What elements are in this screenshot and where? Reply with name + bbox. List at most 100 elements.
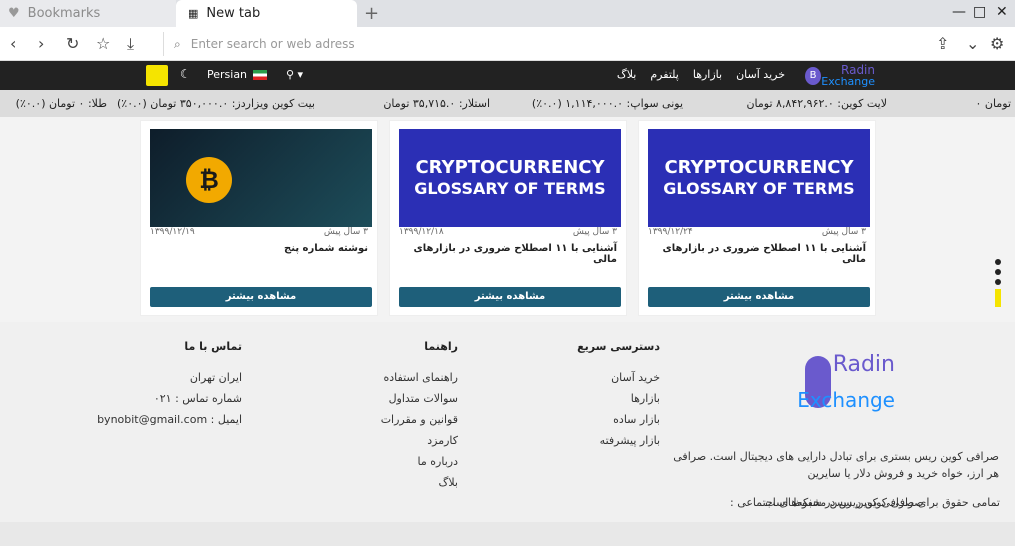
footer-link[interactable]: بازار پیشرفته bbox=[577, 434, 660, 447]
blog-card[interactable]: CRYPTOCURRENCY GLOSSARY OF TERMS ۳ سال پ… bbox=[638, 120, 876, 316]
footer-link[interactable]: بازار ساده bbox=[577, 413, 660, 426]
iran-flag-icon bbox=[253, 69, 268, 80]
footer-link[interactable]: کارمزد bbox=[381, 434, 458, 447]
heart-icon: ♥ bbox=[8, 6, 20, 21]
maximize-icon[interactable]: □ bbox=[973, 4, 986, 20]
footer-description: صرافی کوین ریس بستری برای تبادل دارایی ه… bbox=[673, 450, 999, 480]
footer-link[interactable]: راهنمای استفاده bbox=[381, 371, 458, 384]
card-age: ۳ سال پیش bbox=[821, 227, 866, 237]
footer-logo: Radin Exchange bbox=[797, 348, 895, 424]
language-label: Persian bbox=[207, 68, 248, 81]
back-icon[interactable]: ‹ bbox=[10, 34, 16, 53]
site-header: B Radin Exchange خرید آسان بازارها پلتفر… bbox=[0, 61, 1015, 90]
footer-quick-links: دسترسی سریع خرید آسان بازارها بازار ساده… bbox=[577, 340, 660, 455]
card-meta: ۳ سال پیش ۱۳۹۹/۱۲/۱۸ bbox=[399, 227, 617, 241]
nav-item-easy-buy[interactable]: خرید آسان bbox=[736, 68, 785, 81]
price-ticker: تومان ۰ لایت کوین: ۸,۸۴۲,۹۶۲.۰ تومان یون… bbox=[0, 90, 1015, 117]
browser-tab-strip: ♥ Bookmarks ▦ New tab + — □ ✕ bbox=[0, 0, 1015, 27]
site-footer: Radin Exchange صرافی کوین ریس بستری برای… bbox=[0, 322, 1015, 522]
grid-icon: ▦ bbox=[188, 7, 199, 20]
card-image: CRYPTOCURRENCY GLOSSARY OF TERMS bbox=[648, 129, 870, 227]
reload-icon[interactable]: ↻ bbox=[66, 34, 79, 53]
tab-new-label: New tab bbox=[206, 6, 261, 21]
nav-item-platform[interactable]: پلتفرم bbox=[650, 68, 678, 81]
footer-guide-links: راهنما راهنمای استفاده سوالات متداول قوا… bbox=[381, 340, 458, 497]
footer-quick-title: دسترسی سریع bbox=[577, 340, 660, 353]
image-text-line1: CRYPTOCURRENCY bbox=[415, 157, 605, 178]
image-text-line2: GLOSSARY OF TERMS bbox=[663, 179, 855, 198]
logo-text-bottom: Exchange bbox=[821, 75, 875, 88]
card-age: ۳ سال پیش bbox=[572, 227, 617, 237]
new-tab-button[interactable]: + bbox=[364, 3, 379, 24]
footer-link[interactable]: بلاگ bbox=[381, 476, 458, 489]
tab-bookmarks-label: Bookmarks bbox=[27, 6, 101, 21]
footer-guide-title: راهنما bbox=[424, 340, 458, 353]
card-title[interactable]: آشنایی با ۱۱ اصطلاح ضروری در بازارهای ما… bbox=[639, 243, 866, 265]
language-switcher[interactable]: Persian bbox=[207, 68, 268, 81]
side-pagination[interactable] bbox=[995, 259, 1003, 307]
blog-card[interactable]: ₿ ۳ سال پیش ۱۳۹۹/۱۲/۱۹ نوشته شماره پنج م… bbox=[140, 120, 378, 316]
card-image: ₿ bbox=[150, 129, 372, 227]
blog-card[interactable]: CRYPTOCURRENCY GLOSSARY OF TERMS ۳ سال پ… bbox=[389, 120, 627, 316]
ticker-item: استلار: ۳۵,۷۱۵.۰ تومان bbox=[383, 97, 490, 110]
footer-bottom-strip bbox=[0, 522, 1015, 546]
footer-social-label: صرافی کوین ریس در شبکه‌های اجتماعی : bbox=[730, 496, 924, 509]
image-text-line2: GLOSSARY OF TERMS bbox=[414, 179, 606, 198]
footer-logo-top: Radin bbox=[832, 352, 895, 377]
footer-contact-title: تماس با ما bbox=[184, 340, 242, 353]
footer-link[interactable]: خرید آسان bbox=[577, 371, 660, 384]
read-more-button[interactable]: مشاهده بیشتر bbox=[150, 287, 372, 307]
site-logo[interactable]: B Radin Exchange bbox=[805, 63, 875, 89]
contact-address: ایران تهران bbox=[189, 371, 242, 384]
share-icon[interactable]: ⇪ bbox=[936, 34, 949, 53]
card-date: ۱۳۹۹/۱۲/۱۹ bbox=[150, 227, 195, 237]
chevron-down-icon[interactable]: ⌄ bbox=[966, 34, 979, 53]
pagination-dot[interactable] bbox=[995, 259, 1001, 265]
close-icon[interactable]: ✕ bbox=[996, 4, 1008, 20]
user-icon[interactable]: ⚲ ▾ bbox=[286, 68, 303, 81]
card-meta: ۳ سال پیش ۱۳۹۹/۱۲/۱۹ bbox=[150, 227, 368, 241]
footer-link[interactable]: درباره ما bbox=[381, 455, 458, 468]
card-title[interactable]: نوشته شماره پنج bbox=[284, 243, 368, 254]
star-icon[interactable]: ☆ bbox=[96, 34, 110, 53]
search-icon: ⌕ bbox=[174, 36, 181, 51]
card-date: ۱۳۹۹/۱۲/۲۴ bbox=[648, 227, 693, 237]
pagination-dot[interactable] bbox=[995, 279, 1001, 285]
moon-icon[interactable]: ☾ bbox=[180, 67, 191, 81]
footer-contact: تماس با ما ایران تهران شماره تماس : ۰۲۱ … bbox=[97, 340, 242, 434]
card-title[interactable]: آشنایی با ۱۱ اصطلاح ضروری در بازارهای ما… bbox=[390, 243, 617, 265]
ticker-item: طلا: ۰ تومان (۰.۰٪) bbox=[15, 97, 107, 110]
gear-icon[interactable]: ⚙ bbox=[990, 34, 1004, 53]
nav-item-blog[interactable]: بلاگ bbox=[617, 68, 636, 81]
pagination-active[interactable] bbox=[995, 289, 1001, 307]
url-input[interactable]: ⌕ Enter search or web adress bbox=[163, 32, 923, 56]
ticker-item: بیت کوین ویزاردز: ۳۵۰,۰۰۰.۰ تومان (۰.۰٪) bbox=[116, 97, 315, 110]
blog-cards: CRYPTOCURRENCY GLOSSARY OF TERMS ۳ سال پ… bbox=[140, 120, 879, 316]
url-placeholder: Enter search or web adress bbox=[190, 37, 355, 51]
card-date: ۱۳۹۹/۱۲/۱۸ bbox=[399, 227, 444, 237]
minimize-icon[interactable]: — bbox=[952, 4, 966, 20]
footer-link[interactable]: سوالات متداول bbox=[381, 392, 458, 405]
logo-mark-icon: B bbox=[805, 67, 821, 85]
contact-phone: شماره تماس : ۰۲۱ bbox=[153, 392, 242, 405]
tab-bookmarks[interactable]: ♥ Bookmarks bbox=[0, 0, 176, 27]
pagination-dot[interactable] bbox=[995, 269, 1001, 275]
footer-link[interactable]: قوانین و مقررات bbox=[381, 413, 458, 426]
main-nav: خرید آسان بازارها پلتفرم بلاگ bbox=[617, 68, 785, 81]
nav-item-markets[interactable]: بازارها bbox=[693, 68, 722, 81]
card-age: ۳ سال پیش bbox=[323, 227, 368, 237]
bitcoin-icon: ₿ bbox=[186, 157, 232, 203]
forward-icon[interactable]: › bbox=[38, 34, 44, 53]
address-bar: ‹ › ↻ ☆ ⤓ ⌕ Enter search or web adress ⇪… bbox=[0, 27, 1015, 61]
theme-color-button[interactable] bbox=[146, 65, 168, 86]
read-more-button[interactable]: مشاهده بیشتر bbox=[399, 287, 621, 307]
download-icon[interactable]: ⤓ bbox=[127, 34, 134, 54]
ticker-item: یونی سواپ: ۱,۱۱۴,۰۰۰.۰ (۰.۰٪) bbox=[531, 97, 683, 110]
footer-link[interactable]: بازارها bbox=[577, 392, 660, 405]
tab-new[interactable]: ▦ New tab bbox=[176, 0, 357, 27]
ticker-item: لایت کوین: ۸,۸۴۲,۹۶۲.۰ تومان bbox=[746, 97, 887, 110]
contact-email[interactable]: ایمیل : bynobit@gmail.com bbox=[97, 413, 242, 426]
ticker-item: تومان ۰ bbox=[975, 97, 1011, 110]
read-more-button[interactable]: مشاهده بیشتر bbox=[648, 287, 870, 307]
card-image: CRYPTOCURRENCY GLOSSARY OF TERMS bbox=[399, 129, 621, 227]
